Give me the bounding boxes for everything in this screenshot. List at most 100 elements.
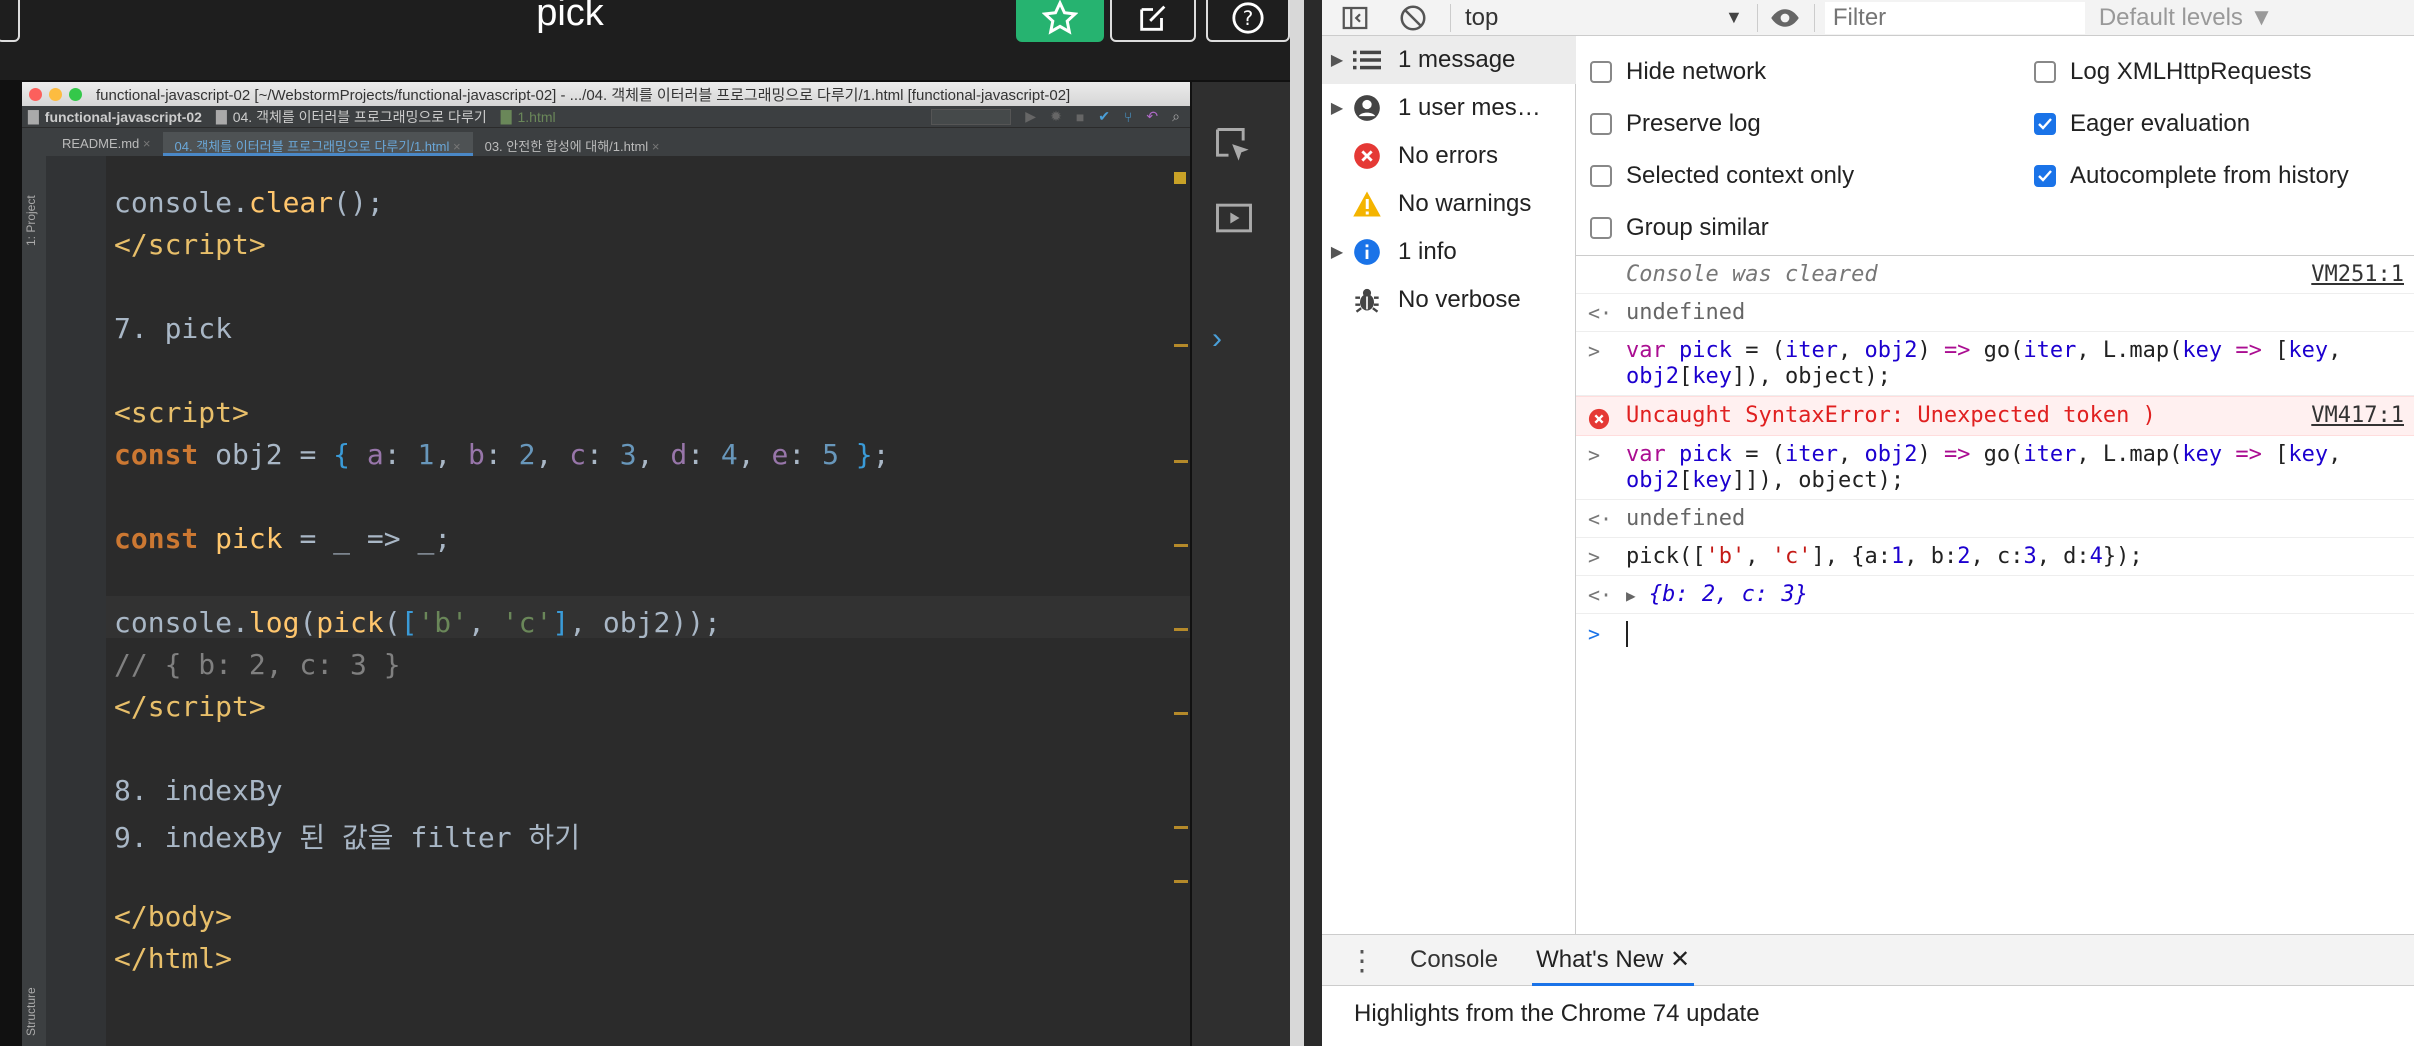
expand-arrow-icon[interactable]: ▶ [1322,98,1352,118]
close-icon[interactable]: × [143,136,151,151]
console-result: <· undefined [1576,500,2414,538]
ide-window-title: functional-javascript-02 [~/WebstormProj… [96,86,1071,104]
eye-icon[interactable] [1768,3,1802,33]
tab-console[interactable]: Console [1410,946,1498,974]
code-line: const pick = _ => _; [114,522,452,555]
code-line: </html> [114,942,233,975]
code-line: <script> [114,396,249,429]
scroll-marker[interactable] [1174,344,1188,347]
close-window-icon[interactable] [29,87,42,101]
selected-context-option[interactable]: Selected context only [1590,162,1854,190]
tab-other-file[interactable]: 03. 안전한 합성에 대해/1.html × [473,132,672,156]
clear-console-icon[interactable] [1398,3,1428,33]
more-menu-icon[interactable]: ⋮ [1348,944,1376,977]
code-line: console.log(pick(['b', 'c'], obj2)); [114,606,721,639]
checkbox[interactable] [1590,165,1612,187]
help-button[interactable]: ? [1206,0,1290,42]
inspect-element-icon[interactable] [1212,124,1256,168]
maximize-window-icon[interactable] [69,87,82,101]
autocomplete-history-option[interactable]: Autocomplete from history [2034,162,2349,190]
sidebar-item-messages[interactable]: ▶ 1 message [1322,36,1576,84]
undo-icon[interactable]: ↶ [1146,108,1158,125]
scroll-marker[interactable] [1174,544,1188,547]
run-icon[interactable]: ▶ [1025,108,1036,125]
ide-titlebar: functional-javascript-02 [~/WebstormProj… [22,82,1190,106]
source-link[interactable]: VM251:1 [2311,256,2404,294]
toolbar-separator [1813,3,1815,32]
source-link[interactable]: VM417:1 [2311,397,2404,435]
eager-evaluation-option[interactable]: Eager evaluation [2034,110,2250,138]
preserve-log-option[interactable]: Preserve log [1590,110,1761,138]
favorite-button[interactable] [1016,0,1104,42]
scroll-marker[interactable] [1174,880,1188,883]
external-link-button[interactable] [1110,0,1196,42]
context-select[interactable]: top [1465,4,1725,32]
expand-arrow-icon[interactable]: ▶ [1322,242,1352,262]
sidebar-item-warnings[interactable]: No warnings [1322,180,1576,228]
result-value: undefined [1626,300,1746,325]
sidebar-item-user-messages[interactable]: ▶ 1 user mes… [1322,84,1576,132]
code-line: </script> [114,228,266,261]
code-line: const obj2 = { a: 1, b: 2, c: 3, d: 4, e… [114,438,890,471]
checkbox[interactable] [1590,61,1612,83]
search-icon[interactable]: ⌕ [1172,108,1180,125]
expand-arrow-icon[interactable]: ▶ [1322,50,1352,70]
project-tool-tab[interactable]: 1: Project [24,166,38,246]
minimize-window-icon[interactable] [49,87,62,101]
close-icon[interactable]: ✕ [1670,946,1690,973]
breadcrumb-file[interactable]: 1.html [517,109,555,125]
stop-icon[interactable]: ■ [1076,109,1084,125]
group-similar-option[interactable]: Group similar [1590,214,1769,242]
console-result[interactable]: <· ▶ {b: 2, c: 3} [1576,576,2414,614]
code-editor[interactable]: console.clear(); </script> 7. pick <scri… [106,156,1190,1046]
prompt-chevron-icon: › [1212,322,1222,355]
sidebar-toggle-icon[interactable] [1340,3,1370,33]
close-icon[interactable]: × [652,139,660,154]
run-config-select[interactable] [931,108,1012,125]
checkbox[interactable] [2034,61,2056,83]
breadcrumb-folder[interactable]: 04. 객체를 이터러블 프로그래밍으로 다루기 [233,107,487,127]
expand-triangle-icon[interactable]: ▶ [1626,586,1636,605]
tab-whats-new[interactable]: What's New ✕ [1532,934,1695,986]
result-object[interactable]: ▶ {b: 2, c: 3} [1626,576,2414,615]
structure-tool-tab[interactable]: Structure [24,956,38,1036]
log-xhr-option[interactable]: Log XMLHttpRequests [2034,58,2311,86]
hide-network-option[interactable]: Hide network [1590,58,1766,86]
tab-current-file[interactable]: 04. 객체를 이터러블 프로그래밍으로 다루기/1.html × [162,132,473,156]
chevron-down-icon[interactable]: ▼ [1725,7,1743,28]
scroll-marker[interactable] [1174,826,1188,829]
console-output[interactable]: Console was cleared VM251:1 <· undefined… [1576,256,2414,934]
checkbox-checked[interactable] [2034,113,2056,135]
checkbox[interactable] [1590,113,1612,135]
log-levels-select[interactable]: Default levels ▼ [2099,4,2274,32]
scroll-marker[interactable] [1174,460,1188,463]
result-arrow-icon: <· [1588,301,1613,325]
sidebar-item-errors[interactable]: No errors [1322,132,1576,180]
scroll-marker[interactable] [1174,712,1188,715]
vcs-icon[interactable]: ✔ [1098,108,1110,125]
inspection-indicator[interactable] [1174,172,1186,184]
back-button[interactable] [0,0,20,42]
branch-icon[interactable]: ⑂ [1124,109,1132,125]
scroll-marker[interactable] [1174,628,1188,631]
sidebar-item-label: No verbose [1398,286,1521,313]
line-gutter [46,156,106,1046]
device-toolbar-icon[interactable] [1212,196,1256,240]
prompt-cursor[interactable] [1626,614,2414,654]
breadcrumb-project[interactable]: functional-javascript-02 [45,109,202,125]
checkbox-checked[interactable] [2034,165,2056,187]
debug-icon[interactable]: ✹ [1050,108,1062,125]
sidebar-item-info[interactable]: ▶ 1 info [1322,228,1576,276]
split-divider[interactable] [1290,0,1304,1046]
close-icon[interactable]: × [453,139,461,154]
checkbox[interactable] [1590,217,1612,239]
toolbar-separator [1450,3,1451,32]
sidebar-item-verbose[interactable]: No verbose [1322,276,1576,324]
code-line: console.clear(); [114,186,384,219]
console-prompt[interactable]: > [1576,614,2414,654]
tab-readme[interactable]: README.md × [50,132,163,156]
ide-window: functional-javascript-02 [~/WebstormProj… [22,82,1190,1046]
code-line: 7. pick [114,312,233,345]
filter-input[interactable] [1824,1,2085,34]
error-icon [1352,141,1382,171]
